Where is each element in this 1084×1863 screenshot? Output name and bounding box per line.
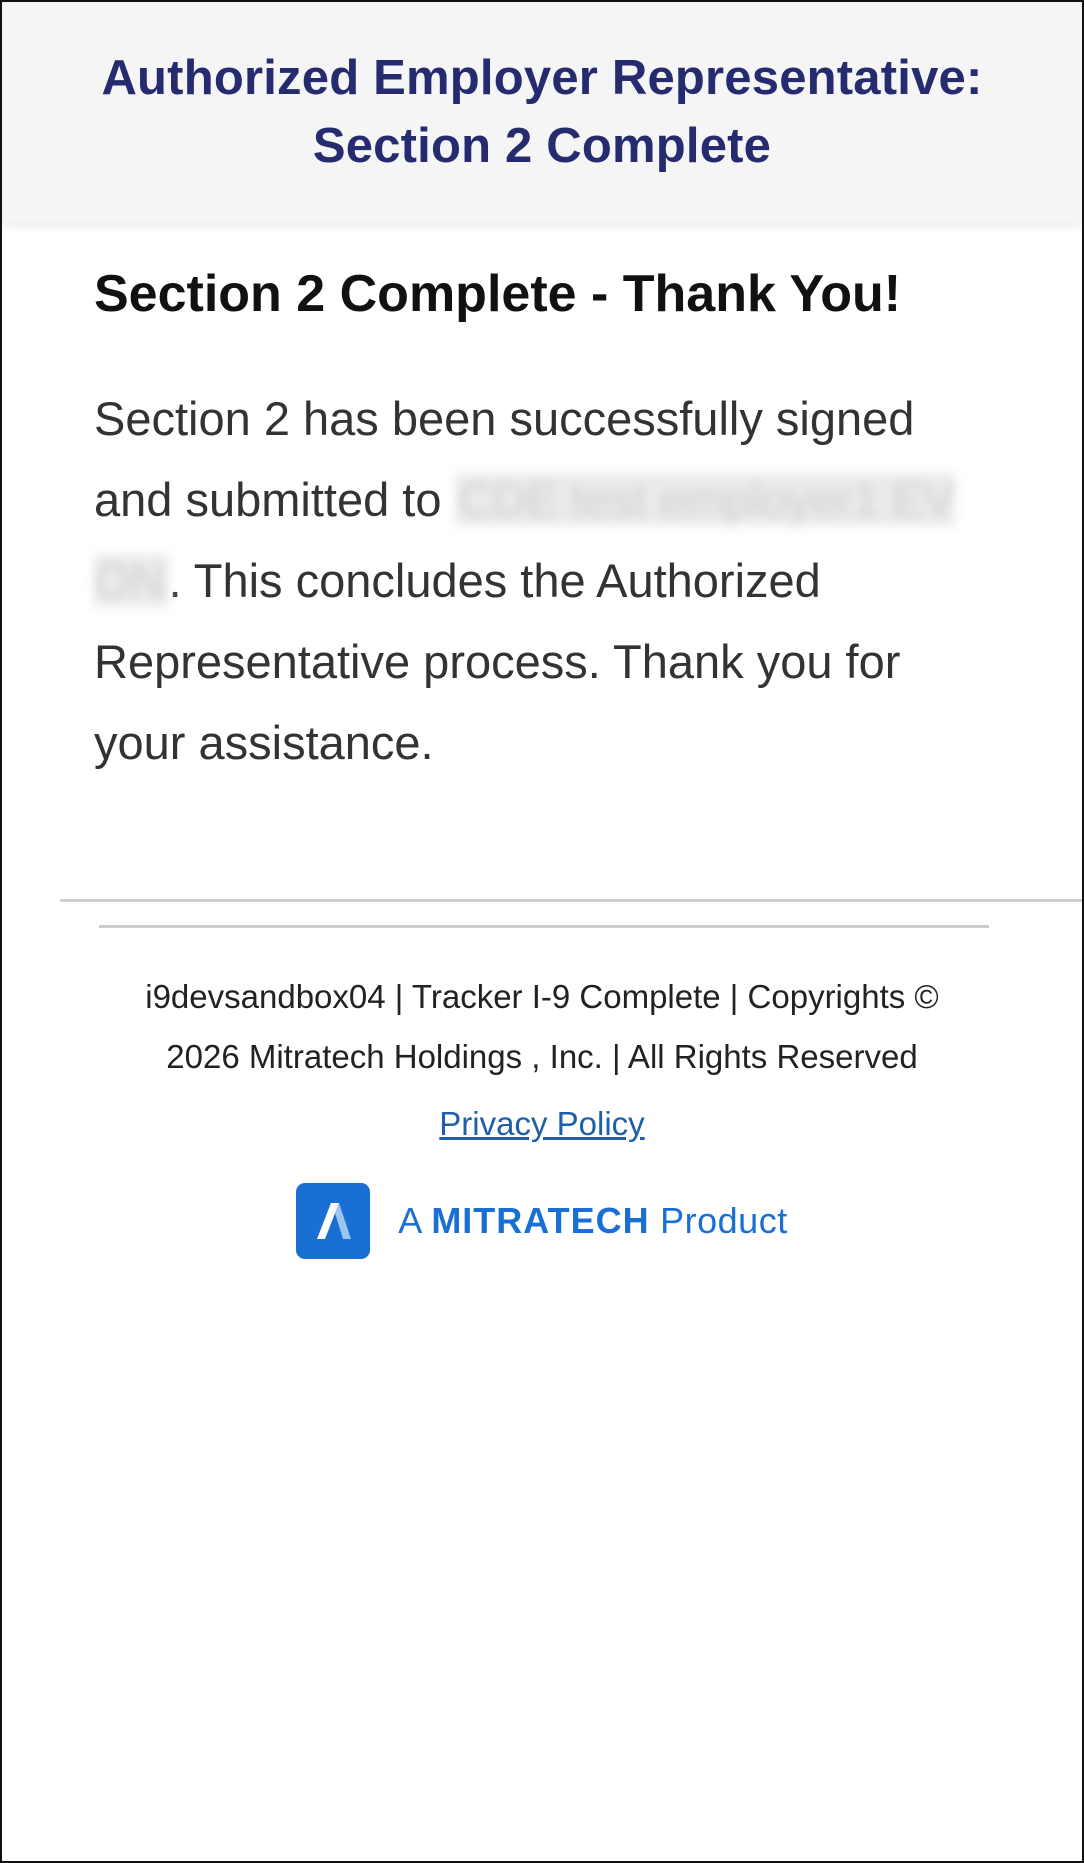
main-content: Section 2 Complete - Thank You! Section …: [2, 222, 1082, 783]
footer-copyright: i9devsandbox04 | Tracker I-9 Complete | …: [132, 967, 952, 1087]
page-footer: i9devsandbox04 | Tracker I-9 Complete | …: [2, 967, 1082, 1259]
footer-line1: i9devsandbox04 | Tracker I-9 Complete | …: [145, 978, 939, 1015]
brand-prefix: A: [398, 1200, 432, 1241]
content-divider: [60, 899, 1082, 902]
message-part2: . This concludes the Authorized Represen…: [94, 554, 901, 769]
completion-heading: Section 2 Complete - Thank You!: [94, 265, 902, 323]
footer-divider: [99, 925, 989, 928]
footer-line2: 2026 Mitratech Holdings , Inc. | All Rig…: [166, 1038, 918, 1075]
brand-name: MITRATECH: [431, 1200, 650, 1241]
mitratech-brand: A MITRATECH Product: [2, 1183, 1082, 1259]
mitratech-logo-icon: [296, 1183, 371, 1259]
privacy-policy-link[interactable]: Privacy Policy: [439, 1105, 644, 1143]
brand-suffix: Product: [649, 1200, 788, 1241]
completion-message: Section 2 has been successfully signed a…: [94, 378, 990, 783]
brand-text: A MITRATECH Product: [398, 1200, 787, 1242]
page-header: Authorized Employer Representative: Sect…: [2, 2, 1082, 222]
page-title: Authorized Employer Representative: Sect…: [101, 44, 982, 180]
page-title-line2: Section 2 Complete: [312, 119, 772, 173]
page-title-line1: Authorized Employer Representative:: [101, 51, 983, 105]
page-frame: Authorized Employer Representative: Sect…: [0, 0, 1084, 1863]
